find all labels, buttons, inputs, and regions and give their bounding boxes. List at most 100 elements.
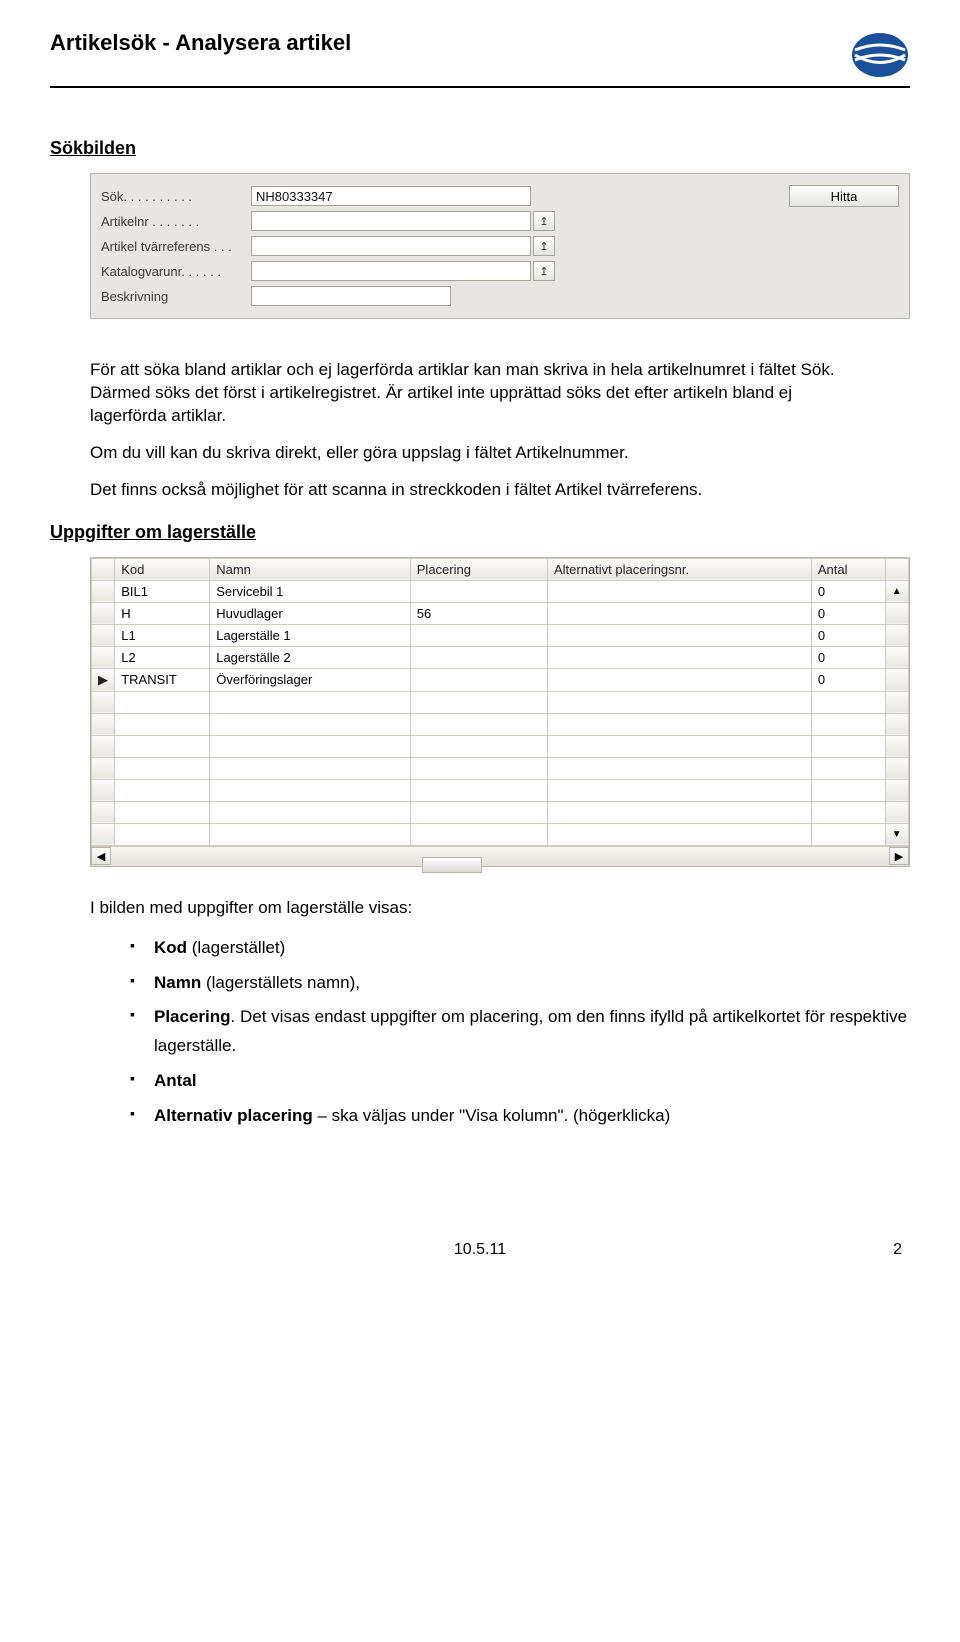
col-kod[interactable]: Kod [115, 558, 210, 580]
tvarreferens-input[interactable] [251, 236, 531, 256]
cell-namn[interactable] [210, 801, 411, 823]
cell-placering[interactable] [410, 668, 547, 691]
cell-namn[interactable] [210, 779, 411, 801]
cell-placering[interactable] [410, 779, 547, 801]
cell-alt[interactable] [547, 624, 811, 646]
cell-kod[interactable] [115, 779, 210, 801]
table-row[interactable]: L1Lagerställe 1 0 [92, 624, 909, 646]
vscroll-track[interactable] [885, 757, 908, 779]
cell-namn[interactable]: Överföringslager [210, 668, 411, 691]
cell-antal[interactable] [811, 735, 885, 757]
vscroll-track[interactable] [885, 646, 908, 668]
horizontal-scrollbar[interactable]: ◀ ▶ [91, 846, 909, 866]
cell-placering[interactable] [410, 735, 547, 757]
cell-namn[interactable]: Huvudlager [210, 602, 411, 624]
cell-alt[interactable] [547, 691, 811, 713]
cell-antal[interactable] [811, 779, 885, 801]
cell-namn[interactable]: Lagerställe 2 [210, 646, 411, 668]
rowmark-cell[interactable] [92, 823, 115, 845]
vscroll-track[interactable] [885, 668, 908, 691]
cell-kod[interactable] [115, 713, 210, 735]
rowmark-cell[interactable] [92, 801, 115, 823]
rowmark-cell[interactable] [92, 779, 115, 801]
cell-placering[interactable] [410, 823, 547, 845]
vscroll-track[interactable] [885, 801, 908, 823]
rowmark-cell[interactable]: ▶ [92, 668, 115, 691]
cell-kod[interactable]: TRANSIT [115, 668, 210, 691]
cell-alt[interactable] [547, 735, 811, 757]
cell-antal[interactable] [811, 691, 885, 713]
cell-kod[interactable] [115, 691, 210, 713]
vscroll-track[interactable] [885, 602, 908, 624]
vscroll-track[interactable] [885, 713, 908, 735]
vscroll-track[interactable] [885, 624, 908, 646]
cell-antal[interactable]: 0 [811, 646, 885, 668]
col-antal[interactable]: Antal [811, 558, 885, 580]
table-row[interactable]: ▶TRANSITÖverföringslager 0 [92, 668, 909, 691]
cell-alt[interactable] [547, 668, 811, 691]
artikelnr-input[interactable] [251, 211, 531, 231]
cell-placering[interactable] [410, 580, 547, 602]
cell-antal[interactable] [811, 713, 885, 735]
cell-kod[interactable]: BIL1 [115, 580, 210, 602]
rowmark-cell[interactable] [92, 602, 115, 624]
cell-namn[interactable] [210, 735, 411, 757]
rowmark-cell[interactable] [92, 713, 115, 735]
vscroll-up-icon[interactable]: ▲ [885, 580, 908, 602]
cell-kod[interactable]: L2 [115, 646, 210, 668]
vscroll-track[interactable] [885, 779, 908, 801]
cell-antal[interactable] [811, 801, 885, 823]
cell-placering[interactable] [410, 801, 547, 823]
vscroll-track[interactable] [885, 735, 908, 757]
table-row[interactable] [92, 757, 909, 779]
rowmark-cell[interactable] [92, 580, 115, 602]
cell-namn[interactable] [210, 823, 411, 845]
table-row[interactable]: L2Lagerställe 2 0 [92, 646, 909, 668]
hitta-button[interactable]: Hitta [789, 185, 899, 207]
cell-placering[interactable]: 56 [410, 602, 547, 624]
cell-placering[interactable] [410, 713, 547, 735]
rowmark-cell[interactable] [92, 757, 115, 779]
table-row[interactable] [92, 801, 909, 823]
cell-namn[interactable] [210, 757, 411, 779]
cell-antal[interactable] [811, 757, 885, 779]
beskrivning-input[interactable] [251, 286, 451, 306]
table-row[interactable]: BIL1Servicebil 1 0▲ [92, 580, 909, 602]
cell-namn[interactable] [210, 713, 411, 735]
lookup-artikelnr-icon[interactable]: ↥ [533, 211, 555, 231]
cell-alt[interactable] [547, 602, 811, 624]
rowmark-cell[interactable] [92, 735, 115, 757]
cell-kod[interactable] [115, 735, 210, 757]
table-row[interactable]: ▼ [92, 823, 909, 845]
table-row[interactable] [92, 779, 909, 801]
cell-alt[interactable] [547, 801, 811, 823]
cell-placering[interactable] [410, 691, 547, 713]
katalogvarunr-input[interactable] [251, 261, 531, 281]
cell-placering[interactable] [410, 646, 547, 668]
cell-kod[interactable] [115, 823, 210, 845]
rowmark-cell[interactable] [92, 646, 115, 668]
cell-antal[interactable]: 0 [811, 624, 885, 646]
cell-namn[interactable]: Lagerställe 1 [210, 624, 411, 646]
cell-alt[interactable] [547, 823, 811, 845]
cell-kod[interactable]: H [115, 602, 210, 624]
table-row[interactable] [92, 691, 909, 713]
cell-antal[interactable]: 0 [811, 668, 885, 691]
cell-alt[interactable] [547, 580, 811, 602]
cell-namn[interactable] [210, 691, 411, 713]
cell-alt[interactable] [547, 779, 811, 801]
cell-placering[interactable] [410, 757, 547, 779]
cell-antal[interactable]: 0 [811, 580, 885, 602]
cell-alt[interactable] [547, 713, 811, 735]
cell-antal[interactable] [811, 823, 885, 845]
vscroll-down-icon[interactable]: ▼ [885, 823, 908, 845]
cell-alt[interactable] [547, 646, 811, 668]
rowmark-cell[interactable] [92, 624, 115, 646]
cell-kod[interactable] [115, 757, 210, 779]
cell-kod[interactable] [115, 801, 210, 823]
cell-placering[interactable] [410, 624, 547, 646]
cell-antal[interactable]: 0 [811, 602, 885, 624]
cell-namn[interactable]: Servicebil 1 [210, 580, 411, 602]
hscroll-right-icon[interactable]: ▶ [889, 847, 909, 865]
cell-kod[interactable]: L1 [115, 624, 210, 646]
